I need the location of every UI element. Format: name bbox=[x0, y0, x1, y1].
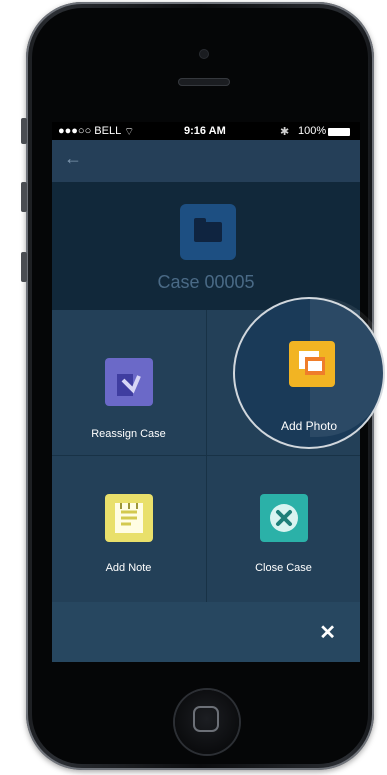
camera-icon bbox=[200, 50, 208, 58]
grid-divider-vertical bbox=[206, 310, 207, 602]
reassign-icon bbox=[104, 358, 153, 406]
battery-icon bbox=[328, 128, 350, 136]
folder-icon bbox=[180, 204, 236, 260]
nav-bar: ← bbox=[52, 140, 360, 182]
add-photo-label: Add Photo bbox=[280, 419, 338, 433]
case-header: Case 00005 bbox=[52, 182, 360, 310]
phone-volume-down bbox=[21, 252, 27, 282]
footer-bar: ✕ bbox=[52, 602, 360, 662]
home-square-icon bbox=[193, 706, 219, 732]
clock: 9:16 AM bbox=[184, 125, 226, 137]
speaker-grille bbox=[178, 78, 230, 86]
close-case-label: Close Case bbox=[255, 562, 312, 574]
photo-icon bbox=[289, 341, 335, 387]
arrow-left-icon[interactable]: ← bbox=[64, 148, 82, 169]
add-note-label: Add Note bbox=[105, 562, 152, 574]
add-note-button[interactable]: Add Note bbox=[52, 456, 205, 601]
reassign-case-button[interactable]: Reassign Case bbox=[52, 310, 205, 455]
status-bar: ●●●○○ BELL ⌔ 9:16 AM ✱ 100% bbox=[52, 122, 360, 140]
close-circle-icon bbox=[259, 494, 308, 542]
reassign-case-label: Reassign Case bbox=[91, 428, 166, 440]
close-case-button[interactable]: Close Case bbox=[207, 456, 360, 601]
case-title: Case 00005 bbox=[157, 272, 255, 292]
phone-volume-up bbox=[21, 182, 27, 212]
wifi-icon: ⌔ bbox=[124, 126, 135, 138]
phone-mute-switch bbox=[21, 118, 27, 144]
close-icon[interactable]: ✕ bbox=[319, 620, 336, 645]
carrier-label: ●●●○○ BELL bbox=[58, 125, 122, 137]
grid-divider-horizontal bbox=[52, 455, 360, 456]
add-photo-button[interactable]: Add Photo bbox=[233, 297, 387, 449]
note-icon bbox=[104, 494, 153, 542]
bluetooth-icon: ✱ bbox=[280, 126, 290, 138]
battery-label: 100% bbox=[298, 125, 327, 137]
